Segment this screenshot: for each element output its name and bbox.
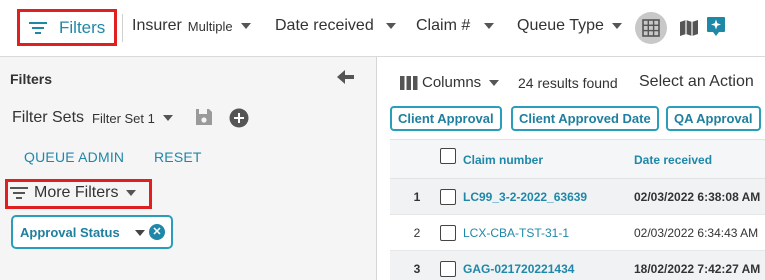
grid-view-button[interactable]	[635, 12, 667, 44]
row-number: 1	[413, 190, 421, 204]
chevron-down-icon	[611, 23, 622, 29]
chevron-down-icon	[489, 79, 500, 86]
select-all-checkbox[interactable]	[440, 148, 456, 164]
claim-number-link[interactable]: GAG-021720221434	[463, 262, 574, 276]
queue-type-label: Queue Type	[517, 17, 604, 34]
save-icon[interactable]	[195, 108, 213, 126]
claim-number-dropdown[interactable]: Claim #	[416, 17, 495, 35]
collapse-left-arrow-icon[interactable]	[337, 70, 355, 84]
row-checkbox[interactable]	[440, 261, 456, 277]
filter-sets-dropdown[interactable]: Filter Sets Filter Set 1	[12, 109, 173, 127]
reset-button[interactable]: RESET	[154, 149, 202, 165]
results-count: 24 results found	[518, 75, 618, 91]
ai-assistant-icon[interactable]	[706, 16, 726, 38]
top-toolbar: Filters Insurer Multiple Date received C…	[0, 0, 765, 57]
claim-number-link[interactable]: LC99_3-2-2022_63639	[463, 190, 587, 204]
filter-set-value: Filter Set 1	[92, 110, 155, 126]
results-panel: Columns 24 results found Select an Actio…	[378, 57, 765, 280]
chevron-down-icon[interactable]	[135, 230, 145, 236]
date-received-value: 02/03/2022 6:38:08 AM	[634, 190, 761, 204]
column-header-claim-number[interactable]: Claim number	[463, 153, 543, 167]
columns-icon	[400, 75, 418, 90]
queue-admin-button[interactable]: QUEUE ADMIN	[24, 149, 124, 165]
claim-number-link[interactable]: LCX-CBA-TST-31-1	[463, 226, 569, 240]
client-approval-tag[interactable]: Client Approval	[390, 106, 502, 131]
close-icon[interactable]: ✕	[149, 224, 165, 240]
columns-label: Columns	[422, 74, 482, 91]
qa-approval-tag[interactable]: QA Approval	[666, 106, 761, 131]
grid-icon	[642, 19, 660, 37]
table-row[interactable]: 2 LCX-CBA-TST-31-1 02/03/2022 6:34:43 AM	[390, 215, 765, 251]
map-icon[interactable]	[679, 18, 699, 38]
select-action-dropdown[interactable]: Select an Action	[639, 73, 754, 91]
row-number: 3	[413, 262, 421, 276]
table-row[interactable]: 3 GAG-021720221434 18/02/2022 7:42:27 AM	[390, 251, 765, 280]
table-header: Claim number Date received	[390, 139, 765, 179]
chevron-down-icon	[162, 115, 173, 121]
columns-dropdown[interactable]: Columns	[400, 74, 500, 91]
row-checkbox[interactable]	[440, 189, 456, 205]
add-filter-set-icon[interactable]	[229, 108, 249, 128]
date-received-value: 02/03/2022 6:34:43 AM	[634, 226, 759, 240]
more-filters-highlight-box	[5, 179, 152, 209]
chevron-down-icon	[484, 23, 495, 29]
insurer-label: Insurer	[132, 17, 182, 34]
column-header-date-received[interactable]: Date received	[634, 153, 712, 167]
queue-type-dropdown[interactable]: Queue Type	[517, 17, 622, 35]
filter-sets-label: Filter Sets	[12, 109, 85, 126]
approval-status-filter-chip[interactable]: Approval Status ✕	[11, 215, 173, 249]
claim-number-label: Claim #	[416, 17, 471, 34]
filters-highlight-box	[17, 9, 117, 46]
row-checkbox[interactable]	[440, 225, 456, 241]
row-number: 2	[413, 226, 421, 240]
table-row[interactable]: 1 LC99_3-2-2022_63639 02/03/2022 6:38:08…	[390, 179, 765, 215]
client-approved-date-tag[interactable]: Client Approved Date	[511, 106, 659, 131]
date-received-value: 18/02/2022 7:42:27 AM	[634, 262, 761, 276]
date-received-dropdown[interactable]: Date received	[275, 17, 396, 35]
date-received-label: Date received	[275, 17, 374, 34]
toolbar-divider	[122, 14, 123, 42]
filters-panel: Filters Filter Sets Filter Set 1 QUEUE A…	[0, 57, 377, 280]
insurer-dropdown[interactable]: Insurer Multiple	[132, 17, 251, 35]
insurer-value: Multiple	[187, 18, 233, 34]
chip-label: Approval Status	[20, 224, 120, 240]
results-table: Claim number Date received 1 LC99_3-2-20…	[390, 139, 765, 280]
chevron-down-icon	[385, 23, 396, 29]
chevron-down-icon	[240, 23, 251, 29]
panel-title: Filters	[10, 71, 53, 87]
